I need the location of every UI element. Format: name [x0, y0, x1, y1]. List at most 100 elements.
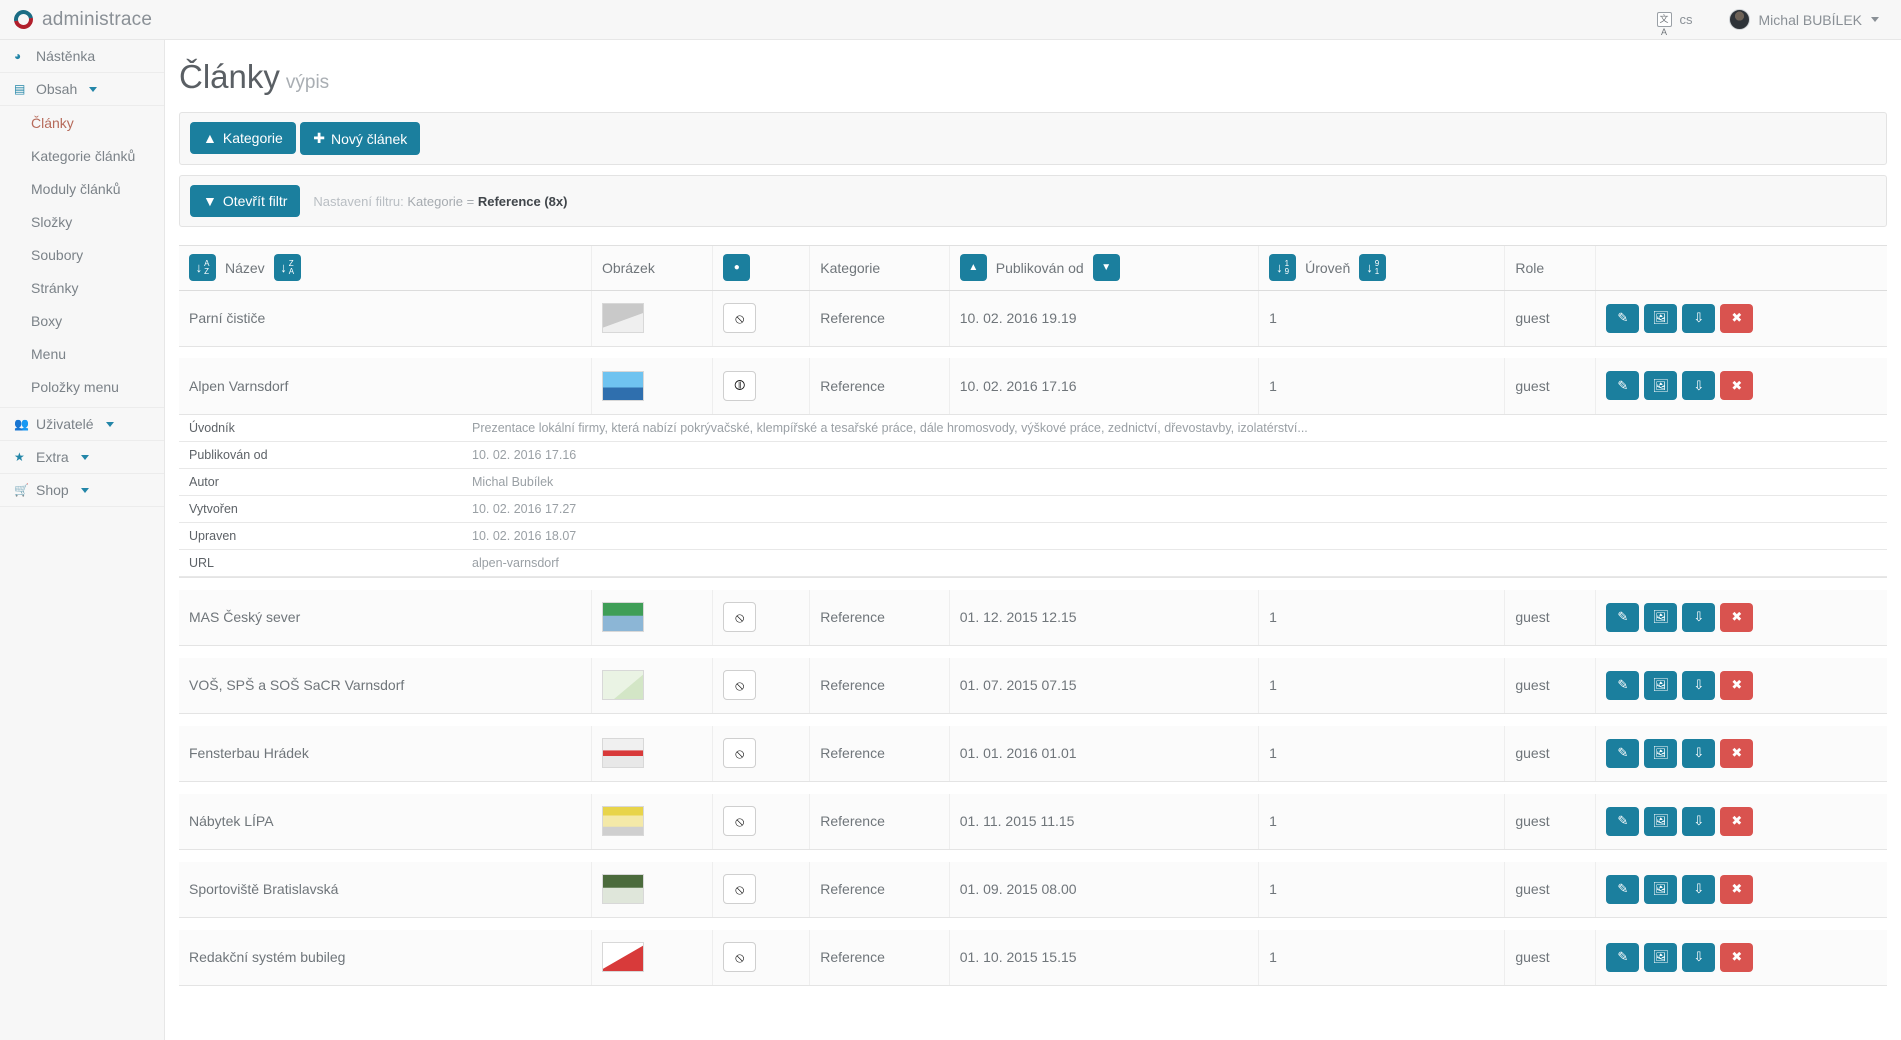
sidebar-item-menu[interactable]: Menu	[0, 337, 164, 370]
image-button[interactable]: 🖼	[1644, 602, 1678, 632]
sort-numeric-asc-icon[interactable]: ↓ 1 9	[1269, 254, 1297, 282]
users-icon: 👥	[14, 417, 29, 431]
sidebar-item-extra[interactable]: ★ Extra	[0, 441, 164, 474]
publish-toggle-button[interactable]: ⦸	[723, 806, 757, 837]
expand-button[interactable]: ⇩	[1682, 874, 1716, 904]
expand-button[interactable]: ⇩	[1682, 670, 1716, 700]
edit-button[interactable]: ✎	[1606, 874, 1640, 904]
edit-button[interactable]: ✎	[1606, 806, 1640, 836]
sidebar-item-soubory[interactable]: Soubory	[0, 238, 164, 271]
cell-published: ⦸	[712, 589, 811, 646]
image-button[interactable]: 🖼	[1644, 371, 1678, 401]
publish-toggle-button[interactable]: ⦸	[723, 942, 757, 973]
table-row[interactable]: VOŠ, SPŠ a SOŠ SaCR Varnsdorf ⦸ Referenc…	[179, 657, 1887, 714]
top-bar: administrace 文A cs Michal BUBÍLEK	[0, 0, 1901, 40]
expand-button[interactable]: ⇩	[1682, 371, 1716, 401]
image-button[interactable]: 🖼	[1644, 874, 1678, 904]
image-button[interactable]: 🖼	[1644, 670, 1678, 700]
edit-button[interactable]: ✎	[1606, 942, 1640, 972]
table-row[interactable]: Fensterbau Hrádek ⦸ Reference 01. 01. 20…	[179, 725, 1887, 782]
publish-toggle-button[interactable]: ⦸	[723, 602, 757, 633]
cell-nazev: Fensterbau Hrádek	[179, 725, 592, 782]
caret-up-icon[interactable]: ▲	[959, 254, 987, 282]
open-filter-button[interactable]: ▼ Otevřít filtr	[190, 185, 301, 217]
image-button[interactable]: 🖼	[1644, 942, 1678, 972]
delete-button[interactable]: ✖	[1720, 602, 1754, 632]
delete-button[interactable]: ✖	[1720, 874, 1754, 904]
sidebar-item-polozky-menu[interactable]: Položky menu	[0, 370, 164, 403]
cell-nazev: Parní čističe	[179, 290, 592, 347]
delete-button[interactable]: ✖	[1720, 371, 1754, 401]
sort-alpha-desc-icon[interactable]: ↓ Z A	[273, 254, 301, 282]
row-spacer	[179, 917, 1887, 930]
cell-uroven: 1	[1258, 290, 1506, 347]
cell-nazev: Nábytek LÍPA	[179, 793, 592, 850]
expand-button[interactable]: ⇩	[1682, 738, 1716, 768]
detail-value: 10. 02. 2016 18.07	[462, 522, 1887, 550]
cell-uroven: 1	[1258, 657, 1506, 714]
edit-button[interactable]: ✎	[1606, 670, 1640, 700]
sidebar-item-nastenka[interactable]: ◕ Nástěnka	[0, 40, 164, 73]
cell-role: guest	[1504, 358, 1597, 415]
table-row[interactable]: Nábytek LÍPA ⦸ Reference 01. 11. 2015 11…	[179, 793, 1887, 850]
delete-button[interactable]: ✖	[1720, 806, 1754, 836]
cell-kategorie: Reference	[809, 793, 950, 850]
expand-button[interactable]: ⇩	[1682, 806, 1716, 836]
column-publikovan-od: ▲ Publikován od ▼	[949, 246, 1260, 291]
table-row[interactable]: Redakční systém bubileg ⦸ Reference 01. …	[179, 929, 1887, 986]
expand-button[interactable]: ⇩	[1682, 942, 1716, 972]
delete-button[interactable]: ✖	[1720, 303, 1754, 333]
column-nazev: ↓ A Z Název ↓ Z A	[179, 246, 592, 291]
image-button[interactable]: 🖼	[1644, 303, 1678, 333]
edit-button[interactable]: ✎	[1606, 371, 1640, 401]
sidebar-item-uzivatele[interactable]: 👥 Uživatelé	[0, 408, 164, 441]
circle-chevron-icon[interactable]: ●	[723, 254, 751, 282]
user-menu[interactable]: Michal BUBÍLEK	[1728, 9, 1879, 30]
cell-obrazek	[591, 725, 714, 782]
publish-toggle-button[interactable]: ⦸	[723, 303, 757, 333]
article-thumbnail	[601, 874, 644, 905]
sidebar-item-stranky[interactable]: Stránky	[0, 271, 164, 304]
publish-toggle-button[interactable]: ⦷	[723, 370, 757, 401]
expand-button[interactable]: ⇩	[1682, 602, 1716, 632]
sidebar-item-obsah[interactable]: ▤ Obsah	[0, 73, 164, 106]
sidebar-item-shop[interactable]: 🛒 Shop	[0, 474, 164, 507]
novy-clanek-button[interactable]: ✚ Nový článek	[300, 122, 421, 155]
caret-down-icon[interactable]: ▼	[1092, 254, 1120, 282]
sidebar-item-slozky[interactable]: Složky	[0, 205, 164, 238]
user-name: Michal BUBÍLEK	[1758, 11, 1862, 28]
table-row[interactable]: Sportoviště Bratislavská ⦸ Reference 01.…	[179, 861, 1887, 918]
publish-toggle-button[interactable]: ⦸	[723, 874, 757, 905]
page-title: Články výpis	[165, 40, 1901, 102]
cell-nazev: Alpen Varnsdorf	[179, 358, 592, 415]
caret-down-icon	[89, 86, 98, 92]
detail-value: Michal Bubílek	[462, 468, 1887, 496]
filter-summary: Nastavení filtru: Kategorie = Reference …	[313, 194, 567, 209]
table-row[interactable]: MAS Český sever ⦸ Reference 01. 12. 2015…	[179, 589, 1887, 646]
delete-button[interactable]: ✖	[1720, 738, 1754, 768]
sort-numeric-desc-icon[interactable]: ↓ 9 1	[1359, 254, 1387, 282]
sidebar-item-label: Boxy	[31, 312, 63, 329]
sidebar-item-moduly-clanku[interactable]: Moduly článků	[0, 172, 164, 205]
image-button[interactable]: 🖼	[1644, 806, 1678, 836]
sort-alpha-asc-icon[interactable]: ↓ A Z	[189, 254, 216, 282]
brand[interactable]: administrace	[0, 6, 200, 33]
sidebar-item-clanky[interactable]: Články	[0, 106, 164, 139]
kategorie-button[interactable]: ▲ Kategorie	[190, 122, 296, 154]
publish-toggle-button[interactable]: ⦸	[723, 738, 757, 769]
language-selector[interactable]: 文A cs	[1656, 12, 1693, 37]
edit-button[interactable]: ✎	[1606, 602, 1640, 632]
edit-button[interactable]: ✎	[1606, 303, 1640, 333]
publish-toggle-button[interactable]: ⦸	[723, 670, 757, 701]
sidebar-item-label: Uživatelé	[36, 416, 94, 432]
expand-button[interactable]: ⇩	[1682, 303, 1716, 333]
sidebar-item-kategorie-clanku[interactable]: Kategorie článků	[0, 139, 164, 172]
sidebar-item-label: Nástěnka	[36, 48, 96, 64]
table-row[interactable]: Alpen Varnsdorf ⦷ Reference 10. 02. 2016…	[179, 358, 1887, 415]
delete-button[interactable]: ✖	[1720, 942, 1754, 972]
edit-button[interactable]: ✎	[1606, 738, 1640, 768]
delete-button[interactable]: ✖	[1720, 670, 1754, 700]
sidebar-item-boxy[interactable]: Boxy	[0, 304, 164, 337]
image-button[interactable]: 🖼	[1644, 738, 1678, 768]
table-row[interactable]: Parní čističe ⦸ Reference 10. 02. 2016 1…	[179, 290, 1887, 347]
